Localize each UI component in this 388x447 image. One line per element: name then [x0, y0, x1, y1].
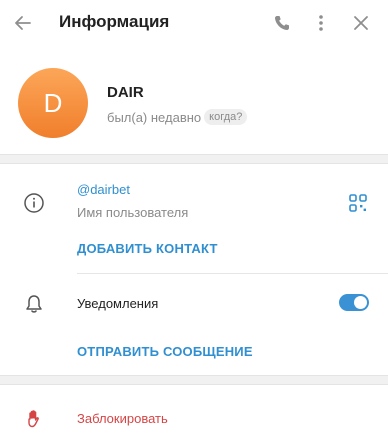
add-contact-button[interactable]: ДОБАВИТЬ КОНТАКТ	[77, 241, 218, 256]
info-icon	[24, 193, 44, 213]
qr-code-button[interactable]	[346, 191, 370, 215]
divider	[77, 273, 388, 274]
username-caption: Имя пользователя	[77, 205, 189, 220]
contact-name: DAIR	[107, 84, 144, 101]
bell-icon	[26, 295, 42, 313]
close-icon	[354, 16, 368, 30]
profile-section: D DAIR был(а) недавно когда?	[0, 46, 388, 154]
avatar-letter: D	[43, 87, 63, 118]
notifications-row-icon	[22, 292, 46, 316]
notifications-toggle[interactable]	[339, 294, 369, 311]
section-separator	[0, 375, 388, 385]
qr-code-icon	[349, 194, 367, 212]
stop-hand-icon	[28, 410, 39, 428]
info-row-icon	[22, 191, 46, 215]
avatar[interactable]: D	[18, 68, 88, 138]
top-bar: Информация	[0, 0, 388, 46]
back-button[interactable]	[9, 9, 37, 37]
close-button[interactable]	[347, 9, 375, 37]
block-row-icon	[22, 407, 46, 431]
last-seen-status: был(а) недавно	[107, 109, 202, 125]
block-user-button[interactable]: Заблокировать	[77, 411, 168, 426]
toggle-knob	[354, 296, 367, 309]
more-menu-button[interactable]	[307, 9, 335, 37]
username-link[interactable]: @dairbet	[77, 182, 130, 197]
page-title: Информация	[59, 12, 170, 31]
more-vertical-icon	[319, 15, 323, 31]
section-separator	[0, 154, 388, 164]
arrow-left-icon	[15, 16, 31, 30]
send-message-button[interactable]: ОТПРАВИТЬ СООБЩЕНИЕ	[77, 344, 253, 359]
phone-icon	[275, 16, 289, 30]
call-button[interactable]	[268, 9, 296, 37]
last-seen-row: был(а) недавно когда?	[107, 109, 248, 125]
when-badge[interactable]: когда?	[204, 109, 248, 125]
notifications-label: Уведомления	[77, 296, 159, 311]
